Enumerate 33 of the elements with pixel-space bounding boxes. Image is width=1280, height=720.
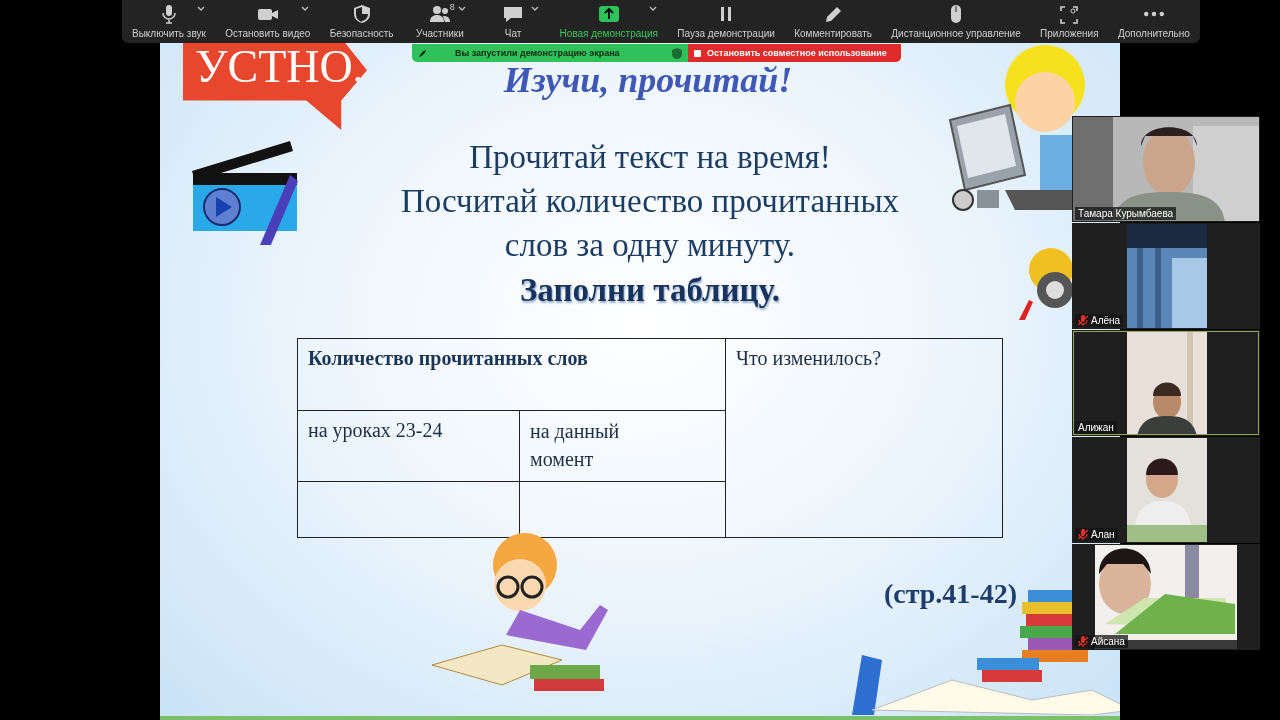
slide-title: Изучи, прочитай! xyxy=(503,59,793,102)
participant-name: Тамара Курымбаева xyxy=(1078,208,1174,219)
chat-bubble-icon xyxy=(502,4,525,24)
table-cell-text: на данный момент xyxy=(529,419,621,472)
instruction-text: слов за одну минуту. xyxy=(504,226,796,265)
toolbar-button[interactable]: Дистанционное управление xyxy=(889,0,1023,43)
page-reference: (стр.41-42) xyxy=(883,578,1017,610)
participant-name: Алан xyxy=(1091,529,1115,540)
more-dots-icon xyxy=(1143,11,1164,17)
instruction-text: Посчитай количество прочитанных xyxy=(400,182,900,221)
stop-square-icon xyxy=(694,49,701,57)
toolbar-button[interactable]: 8 Участники xyxy=(410,0,469,43)
instruction-text: Прочитай текст на время! xyxy=(469,138,831,177)
people-icon xyxy=(428,4,451,24)
table-cell-text: на уроках 23-24 xyxy=(307,418,444,444)
participant-count: 8 xyxy=(449,2,455,12)
leaf-icon xyxy=(418,48,427,58)
toolbar-button[interactable]: Чат xyxy=(484,0,543,43)
instruction-text: Заполни таблицу. xyxy=(519,271,781,310)
toolbar-button[interactable]: Новая демонстрация xyxy=(557,0,660,43)
participant-name: Алёна xyxy=(1091,315,1121,326)
participant-name: Алижан xyxy=(1078,422,1114,433)
toolbar-button[interactable]: Дополнительно xyxy=(1115,0,1192,43)
stop-sharing-button[interactable]: Остановить совместное использование xyxy=(688,44,901,62)
toolbar-button[interactable]: Пауза демонстрации xyxy=(675,0,777,43)
toolbar-button[interactable]: Комментировать xyxy=(792,0,874,43)
table-cell-text: Количество прочитанных слов xyxy=(307,346,589,372)
toolbar-button[interactable]: Приложения xyxy=(1038,0,1101,43)
apps-icon xyxy=(1058,4,1081,24)
banner-message: Вы запустили демонстрацию экрана xyxy=(455,48,620,58)
shield-icon xyxy=(672,47,682,59)
participant-name: Айсана xyxy=(1091,636,1125,647)
table-cell-text: Что изменилось? xyxy=(735,346,883,371)
